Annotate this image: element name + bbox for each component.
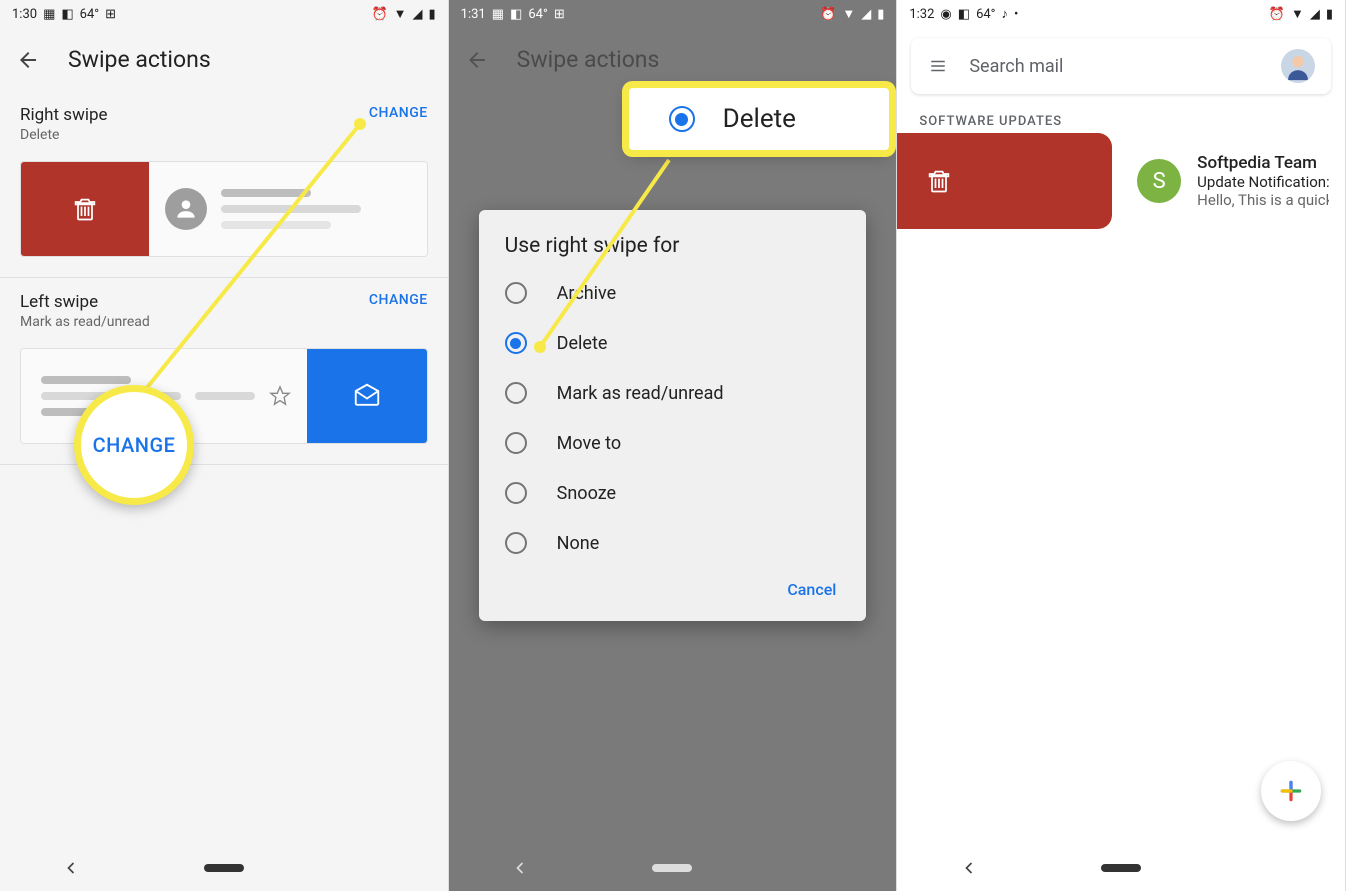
clock: 1:30 (12, 7, 37, 22)
temp: 64° (80, 7, 99, 22)
swipe-action-dialog: Use right swipe for Archive Delete Mark … (479, 210, 867, 621)
markread-swipe-bg (307, 349, 427, 443)
email-preview: Hello, This is a quick (1197, 191, 1329, 209)
menu-icon[interactable] (927, 57, 949, 75)
right-swipe-section: Right swipe Delete CHANGE (0, 91, 448, 278)
section-label: SOFTWARE UPDATES (897, 104, 1345, 133)
compose-button[interactable] (1261, 761, 1321, 821)
search-placeholder: Search mail (969, 56, 1261, 77)
plus-icon (1278, 778, 1304, 804)
status-bar: 1:30 ▦ ◧ 64° ⊞ ⏰ ▼ ◢ ▮ (0, 0, 448, 28)
nav-bar (0, 845, 448, 891)
delete-swipe-bg (897, 133, 1112, 229)
signal-icon: ◢ (413, 7, 423, 22)
status-bar: 1:31 ▦◧ 64°⊞ ⏰▼◢▮ (449, 0, 897, 28)
left-swipe-change-button[interactable]: CHANGE (369, 292, 428, 308)
nav-back-icon[interactable] (959, 858, 979, 878)
email-row-swiping[interactable]: S Softpedia Team Update Notification: He… (897, 133, 1345, 229)
star-icon (269, 385, 291, 407)
account-avatar[interactable] (1281, 49, 1315, 83)
header: Swipe actions (0, 28, 448, 91)
right-swipe-current: Delete (20, 127, 108, 143)
clock: 1:32 (909, 7, 934, 22)
nav-home-pill[interactable] (652, 864, 692, 872)
callout-delete: Delete (629, 88, 889, 150)
right-swipe-change-button[interactable]: CHANGE (369, 105, 428, 121)
nav-home-pill[interactable] (1101, 864, 1141, 872)
battery-icon: ▮ (429, 7, 436, 22)
nav-bar (897, 845, 1345, 891)
panel-inbox: 1:32 ◉◧64°♪• ⏰▼◢▮ Search mail SOFTWARE U… (897, 0, 1346, 891)
nav-bar (449, 845, 897, 891)
option-snooze[interactable]: Snooze (479, 468, 867, 518)
option-moveto[interactable]: Move to (479, 418, 867, 468)
right-swipe-label: Right swipe (20, 105, 108, 125)
page-title: Swipe actions (68, 46, 211, 73)
envelope-icon (352, 381, 382, 411)
translate-icon: ⊞ (105, 7, 116, 22)
email-card[interactable]: S Softpedia Team Update Notification: He… (1121, 133, 1345, 229)
email-sender: Softpedia Team (1197, 153, 1329, 173)
left-swipe-current: Mark as read/unread (20, 314, 150, 330)
panel-dialog: 1:31 ▦◧ 64°⊞ ⏰▼◢▮ Swipe actions Use righ… (449, 0, 898, 891)
nav-home-pill[interactable] (204, 864, 244, 872)
status-bar: 1:32 ◉◧64°♪• ⏰▼◢▮ (897, 0, 1345, 28)
email-subject: Update Notification: (1197, 173, 1329, 191)
trash-icon (925, 167, 953, 195)
right-swipe-preview (20, 161, 428, 257)
panel-settings: 1:30 ▦ ◧ 64° ⊞ ⏰ ▼ ◢ ▮ Swipe actions Rig… (0, 0, 449, 891)
alarm-icon: ⏰ (371, 7, 387, 22)
person-icon (173, 196, 199, 222)
nav-back-icon[interactable] (61, 858, 81, 878)
search-bar[interactable]: Search mail (911, 38, 1331, 94)
option-markread[interactable]: Mark as read/unread (479, 368, 867, 418)
dialog-title: Use right swipe for (479, 234, 867, 268)
option-delete[interactable]: Delete (479, 318, 867, 368)
sender-avatar: S (1137, 159, 1181, 203)
clock: 1:31 (461, 7, 486, 22)
cancel-button[interactable]: Cancel (479, 568, 867, 605)
wifi-icon: ▼ (394, 6, 407, 22)
photo-icon: ▦ (43, 7, 55, 22)
avatar-placeholder (165, 188, 207, 230)
back-button[interactable] (16, 48, 40, 72)
left-swipe-section: Left swipe Mark as read/unread CHANGE (0, 278, 448, 465)
left-swipe-label: Left swipe (20, 292, 150, 312)
app-icon: ◧ (61, 7, 73, 22)
option-none[interactable]: None (479, 518, 867, 568)
arrow-left-icon (16, 48, 40, 72)
trash-icon (71, 195, 99, 223)
delete-swipe-bg (21, 162, 149, 256)
callout-change: CHANGE (74, 385, 194, 505)
option-archive[interactable]: Archive (479, 268, 867, 318)
nav-back-icon[interactable] (510, 858, 530, 878)
